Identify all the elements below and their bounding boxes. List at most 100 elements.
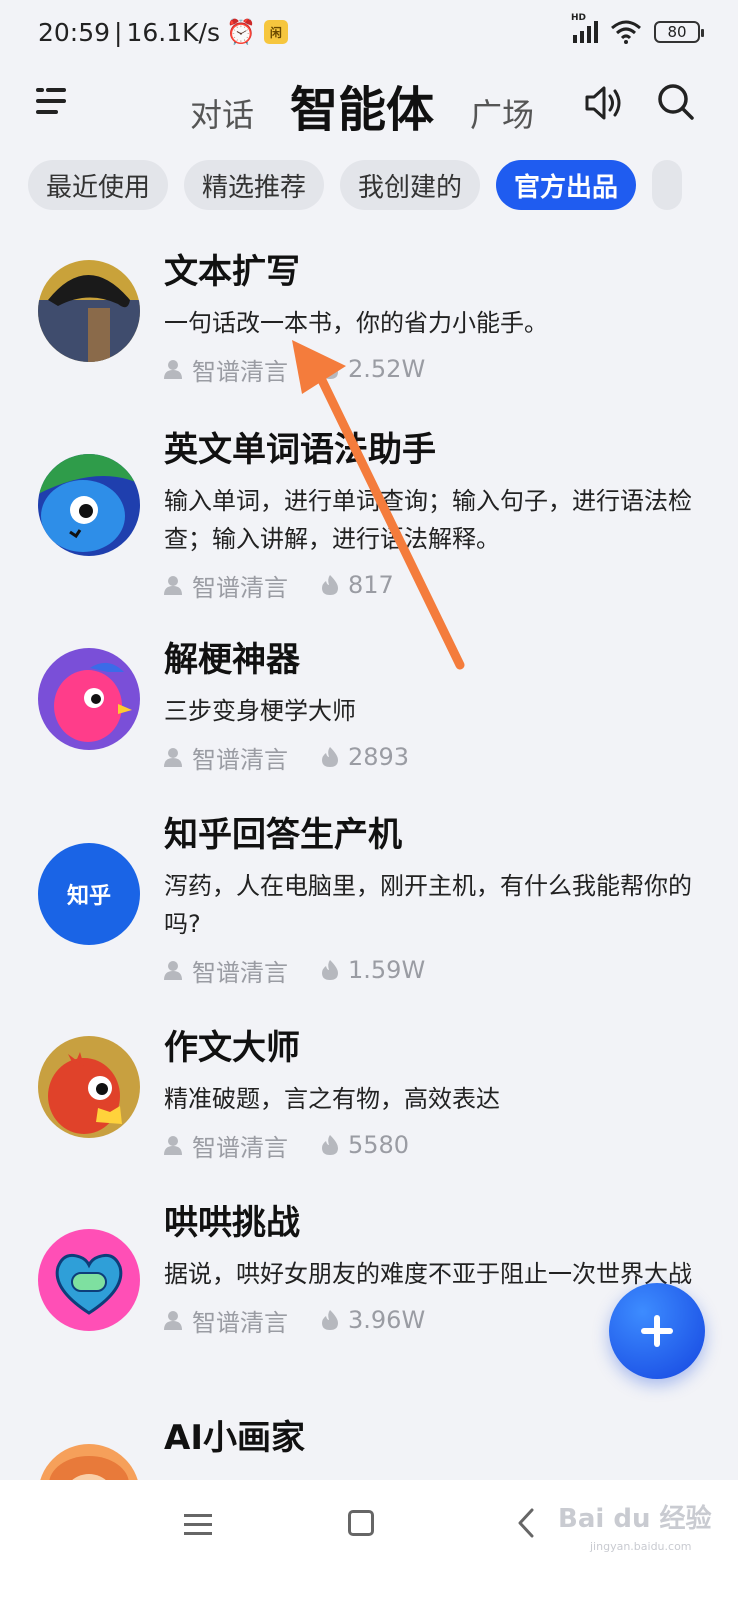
search-icon[interactable] — [656, 82, 696, 122]
flame-icon — [322, 575, 338, 595]
flame-icon — [322, 747, 338, 767]
tab-plaza[interactable]: 广场 — [470, 90, 534, 136]
flame-icon — [322, 1310, 338, 1330]
item-meta: 智谱清言 5580 — [164, 1128, 704, 1162]
item-desc: 一句话改一本书，你的省力小能手。 — [164, 309, 548, 337]
user-icon — [164, 576, 182, 595]
hot-count: 2893 — [322, 743, 409, 771]
wifi-icon — [611, 20, 641, 44]
item-meta: 智谱清言 2893 — [164, 740, 704, 774]
item-meta: 智谱清言 2.52W — [164, 352, 704, 386]
item-desc: 三步变身梗学大师 — [164, 697, 356, 725]
hot-value: 817 — [348, 571, 394, 599]
status-net-speed: 16.1K/s — [126, 17, 220, 47]
user-icon — [164, 961, 182, 980]
hot-value: 3.96W — [348, 1306, 426, 1334]
hot-count: 817 — [322, 571, 394, 599]
english-grammar-avatar-icon — [38, 454, 140, 556]
item-meta: 智谱清言 817 — [164, 568, 704, 602]
back-icon[interactable] — [514, 1508, 538, 1538]
user-icon — [164, 1136, 182, 1155]
author-name: 智谱清言 — [192, 958, 288, 987]
author: 智谱清言 — [164, 352, 288, 387]
add-agent-button[interactable] — [609, 1283, 705, 1379]
tab-chat[interactable]: 对话 — [190, 90, 254, 136]
status-right: HD 80 — [571, 13, 704, 44]
home-icon[interactable] — [348, 1510, 374, 1536]
list-item[interactable]: AI小画家 — [0, 1400, 738, 1546]
item-title: 解梗神器 — [164, 640, 300, 680]
list-item[interactable]: 作文大师 精准破题，言之有物，高效表达 智谱清言 5580 — [0, 1010, 738, 1185]
list-item[interactable]: 解梗神器 三步变身梗学大师 智谱清言 2893 — [0, 622, 738, 797]
zhihu-logo: 知乎 — [66, 884, 111, 909]
chip-recent[interactable]: 最近使用 — [28, 160, 169, 210]
author: 智谱清言 — [164, 1128, 288, 1163]
hot-value: 2.52W — [348, 355, 426, 383]
status-left: 20:59 | 16.1K/s ⏰ 闲 — [38, 18, 288, 47]
hot-count: 3.96W — [322, 1306, 425, 1334]
coax-challenge-avatar-icon — [38, 1229, 140, 1331]
chip-created[interactable]: 我创建的 — [340, 160, 481, 210]
recent-apps-icon[interactable] — [184, 1512, 212, 1538]
user-icon — [164, 748, 182, 767]
speaker-icon[interactable] — [582, 82, 624, 124]
battery-level: 80 — [667, 23, 687, 41]
menu-icon[interactable] — [34, 84, 70, 120]
flame-icon — [322, 960, 338, 980]
status-separator: | — [114, 17, 123, 47]
author-name: 智谱清言 — [192, 1308, 288, 1337]
user-icon — [164, 1311, 182, 1330]
hot-count: 1.59W — [322, 956, 425, 984]
header-tabs: 对话 智能体 广场 — [190, 70, 534, 140]
essay-master-avatar-icon — [38, 1036, 140, 1138]
list-item[interactable]: 知乎 知乎回答生产机 泻药，人在电脑里，刚开主机，有什么我能帮你的吗? 智谱清言… — [0, 797, 738, 1010]
status-time: 20:59 — [38, 17, 111, 47]
author-name: 智谱清言 — [192, 573, 288, 602]
flame-icon — [322, 1135, 338, 1155]
user-icon — [164, 360, 182, 379]
author: 智谱清言 — [164, 740, 288, 775]
avatar — [38, 260, 140, 362]
author-name: 智谱清言 — [192, 1133, 288, 1162]
chip-featured[interactable]: 精选推荐 — [184, 160, 325, 210]
hot-count: 2.52W — [322, 355, 425, 383]
item-desc: 泻药，人在电脑里，刚开主机，有什么我能帮你的吗? — [164, 872, 692, 938]
hot-value: 2893 — [348, 743, 410, 771]
signal-icon: HD — [571, 13, 598, 43]
hot-value: 5580 — [348, 1131, 410, 1159]
author-name: 智谱清言 — [192, 745, 288, 774]
list-item[interactable]: 英文单词语法助手 输入单词，进行单词查询；输入句子，进行语法检查；输入讲解，进行… — [0, 412, 738, 622]
item-title: 哄哄挑战 — [164, 1203, 300, 1243]
author: 智谱清言 — [164, 1303, 288, 1338]
watermark-url: jingyan.baidu.com — [590, 1540, 692, 1553]
category-chips: 最近使用 精选推荐 我创建的 官方出品 — [28, 160, 738, 212]
item-title: 知乎回答生产机 — [164, 815, 402, 855]
avatar: 知乎 — [38, 843, 140, 945]
watermark: Bai du 经验 — [558, 1504, 712, 1534]
avatar — [38, 454, 140, 556]
status-bar: 20:59 | 16.1K/s ⏰ 闲 HD 80 — [0, 0, 738, 64]
avatar — [38, 1036, 140, 1138]
list-item[interactable]: 文本扩写 一句话改一本书，你的省力小能手。 智谱清言 2.52W — [0, 232, 738, 412]
avatar — [38, 1229, 140, 1331]
system-nav-bar: Bai du 经验 jingyan.baidu.com — [0, 1480, 738, 1600]
item-desc: 精准破题，言之有物，高效表达 — [164, 1085, 500, 1113]
item-meta: 智谱清言 1.59W — [164, 953, 704, 987]
text-expand-avatar-icon — [38, 260, 140, 362]
hot-value: 1.59W — [348, 956, 426, 984]
hot-count: 5580 — [322, 1131, 409, 1159]
chip-more[interactable] — [652, 160, 683, 210]
chip-official[interactable]: 官方出品 — [496, 160, 637, 210]
author: 智谱清言 — [164, 953, 288, 988]
item-title: 作文大师 — [164, 1028, 300, 1068]
alarm-icon: ⏰ — [226, 18, 256, 46]
battery-icon: 80 — [654, 21, 704, 43]
author-name: 智谱清言 — [192, 357, 288, 386]
tab-agents[interactable]: 智能体 — [290, 70, 434, 140]
avatar — [38, 648, 140, 750]
signal-hd-label: HD — [571, 13, 587, 23]
app-notification-icon: 闲 — [263, 20, 288, 44]
item-title: 英文单词语法助手 — [164, 430, 436, 470]
app-header: 对话 智能体 广场 — [0, 64, 738, 144]
meme-decoder-avatar-icon — [38, 648, 140, 750]
